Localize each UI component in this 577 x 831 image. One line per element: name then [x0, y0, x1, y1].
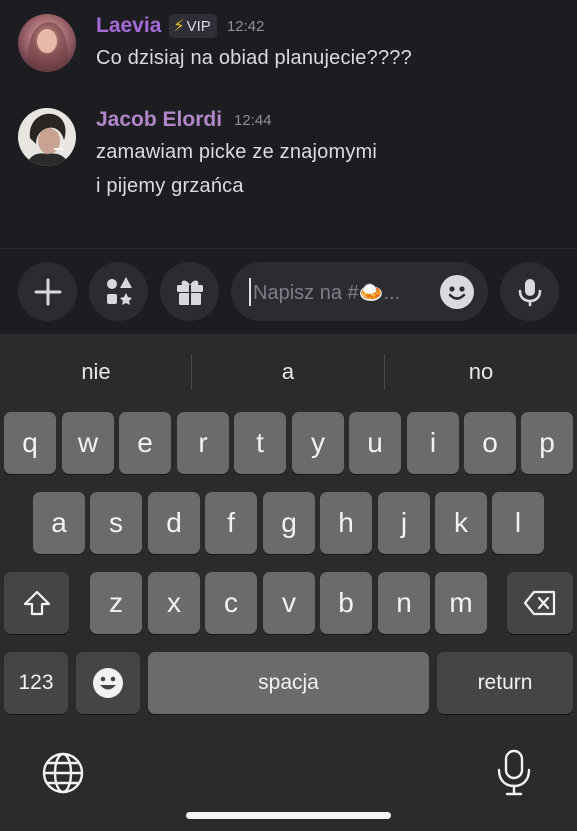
voice-message-button[interactable]	[500, 262, 559, 321]
add-attachment-button[interactable]	[18, 262, 77, 321]
key-g[interactable]: g	[263, 492, 315, 554]
emoji-icon	[93, 668, 123, 698]
key-t[interactable]: t	[234, 412, 286, 474]
apps-button[interactable]	[89, 262, 148, 321]
key-y[interactable]: y	[292, 412, 344, 474]
shift-key[interactable]	[4, 572, 69, 634]
key-a[interactable]: a	[33, 492, 85, 554]
microphone-icon	[518, 278, 541, 306]
key-u[interactable]: u	[349, 412, 401, 474]
key-j[interactable]: j	[378, 492, 430, 554]
key-h[interactable]: h	[320, 492, 372, 554]
message-jacob[interactable]: Jacob Elordi 12:44 zamawiam picke ze zna…	[0, 96, 577, 246]
emoji-keyboard-key[interactable]	[76, 652, 140, 714]
key-l[interactable]: l	[492, 492, 544, 554]
language-switch-button[interactable]	[40, 750, 86, 796]
globe-icon	[42, 752, 84, 794]
space-key[interactable]: spacja	[148, 652, 429, 714]
gift-button[interactable]	[160, 262, 219, 321]
message-timestamp: 12:44	[234, 111, 272, 129]
apps-icon	[106, 276, 132, 305]
shift-icon	[23, 590, 50, 616]
key-k[interactable]: k	[435, 492, 487, 554]
avatar-jacob[interactable]	[18, 108, 76, 166]
plus-icon	[34, 278, 61, 305]
key-c[interactable]: c	[205, 572, 257, 634]
vip-badge-label: VIP	[186, 17, 211, 35]
suggestion-2[interactable]: a	[192, 334, 384, 410]
return-key[interactable]: return	[437, 652, 573, 714]
message-header: Laevia ⚡ VIP 12:42	[96, 14, 264, 38]
key-o[interactable]: o	[464, 412, 516, 474]
vip-badge[interactable]: ⚡ VIP	[169, 14, 217, 38]
message-laevia[interactable]: Laevia ⚡ VIP 12:42 Co dzisiaj na obiad p…	[0, 0, 577, 96]
backspace-icon	[523, 590, 556, 616]
gift-icon	[176, 279, 203, 305]
message-text: Co dzisiaj na obiad planujecie????	[96, 47, 412, 69]
author-name[interactable]: Laevia	[96, 14, 161, 38]
key-s[interactable]: s	[90, 492, 142, 554]
key-i[interactable]: i	[407, 412, 459, 474]
home-indicator[interactable]	[186, 812, 391, 819]
key-d[interactable]: d	[148, 492, 200, 554]
suggestion-1[interactable]: nie	[0, 334, 192, 410]
key-q[interactable]: q	[4, 412, 56, 474]
avatar-laevia[interactable]	[18, 14, 76, 72]
backspace-key[interactable]	[507, 572, 573, 634]
key-f[interactable]: f	[205, 492, 257, 554]
key-r[interactable]: r	[177, 412, 229, 474]
message-timestamp: 12:42	[226, 17, 265, 35]
lightning-bolt-icon: ⚡	[173, 18, 185, 35]
key-m[interactable]: m	[435, 572, 487, 634]
numbers-key[interactable]: 123	[4, 652, 68, 714]
key-w[interactable]: w	[62, 412, 114, 474]
key-e[interactable]: e	[119, 412, 171, 474]
author-name[interactable]: Jacob Elordi	[96, 108, 222, 132]
message-text: zamawiam picke ze znajomymi	[96, 141, 378, 163]
key-x[interactable]: x	[148, 572, 200, 634]
microphone-icon	[497, 749, 531, 796]
message-input[interactable]: Napisz na #🍛...	[231, 262, 488, 321]
message-text: i pijemy grzańca	[96, 175, 244, 197]
dictation-button[interactable]	[494, 748, 534, 798]
key-b[interactable]: b	[320, 572, 372, 634]
key-n[interactable]: n	[378, 572, 430, 634]
message-composer: Napisz na #🍛...	[0, 248, 577, 334]
text-caret	[249, 278, 251, 306]
emoji-icon	[448, 286, 466, 300]
message-list: Laevia ⚡ VIP 12:42 Co dzisiaj na obiad p…	[0, 0, 577, 248]
message-input-placeholder: Napisz na #🍛...	[253, 282, 401, 304]
message-header: Jacob Elordi 12:44	[96, 108, 272, 132]
suggestion-3[interactable]: no	[385, 334, 577, 410]
key-v[interactable]: v	[263, 572, 315, 634]
on-screen-keyboard: nie a no q w e r t y u i o p a s d f g h…	[0, 334, 577, 831]
emoji-button[interactable]	[440, 275, 474, 309]
key-z[interactable]: z	[90, 572, 142, 634]
key-p[interactable]: p	[521, 412, 573, 474]
